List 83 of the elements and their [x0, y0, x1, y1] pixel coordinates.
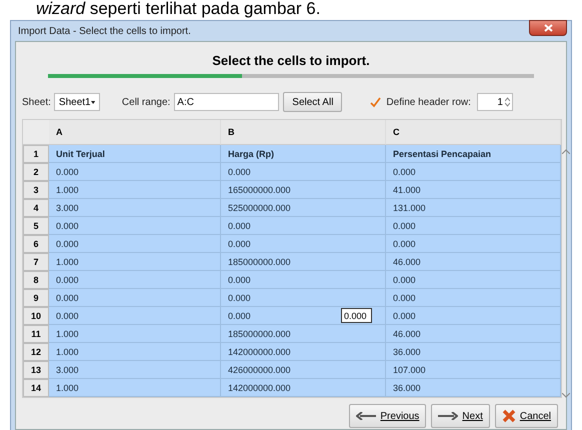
table-cell: 1.000 — [49, 181, 221, 199]
header-row-checkbox[interactable] — [370, 96, 382, 108]
window-title: Import Data - Select the cells to import. — [17, 26, 191, 36]
close-button[interactable] — [529, 20, 567, 36]
select-all-button[interactable]: Select All — [283, 92, 342, 112]
row-number: 1 — [23, 145, 49, 163]
cancel-button[interactable]: Cancel — [494, 404, 558, 428]
table-cell: 36.000 — [386, 343, 561, 361]
cell-editor-field[interactable]: 0.000 — [341, 308, 372, 323]
table-cell: 0.000 — [386, 271, 561, 289]
table-cell: 0.000 — [386, 289, 561, 307]
table-cell: 0.000 — [221, 289, 386, 307]
next-button[interactable]: Next — [431, 404, 490, 428]
sheet-dropdown[interactable]: Sheet1 — [54, 93, 100, 111]
table-cell: 185000000.000 — [221, 253, 386, 271]
table-cell: 0.000 — [386, 307, 561, 325]
row-number: 2 — [23, 163, 49, 181]
column-header: C — [386, 120, 561, 145]
table-cell: 142000000.000 — [221, 343, 386, 361]
table-cell: 525000000.000 — [221, 199, 386, 217]
row-number: 12 — [23, 343, 49, 361]
right-arrow-icon — [438, 412, 458, 420]
table-cell: 36.000 — [386, 379, 561, 397]
table-cell: 0.000 — [221, 217, 386, 235]
table-cell: 46.000 — [386, 325, 561, 343]
scroll-up-icon[interactable] — [562, 149, 570, 154]
table-cell: 165000000.000 — [221, 181, 386, 199]
table-cell: 0.000 — [49, 307, 221, 325]
table-cell: 0.000 — [386, 217, 561, 235]
table-cell: Harga (Rp) — [221, 145, 386, 163]
spinner-arrows-icon[interactable] — [504, 97, 510, 107]
table-cell: 1.000 — [49, 325, 221, 343]
document-text: wizard seperti terlihat pada gambar 6. — [35, 0, 322, 20]
cross-icon — [502, 409, 516, 423]
row-number: 8 — [23, 271, 49, 289]
row-number: 13 — [23, 361, 49, 379]
table-cell: 46.000 — [386, 253, 561, 271]
row-number: 6 — [23, 235, 49, 253]
table-cell: Persentasi Pencapaian — [386, 145, 561, 163]
scroll-down-icon[interactable] — [562, 393, 570, 398]
table-cell: 0.000 — [386, 163, 561, 181]
close-icon — [544, 24, 552, 32]
table-cell: 1.000 — [49, 253, 221, 271]
table-cell: 131.000 — [386, 199, 561, 217]
left-arrow-icon — [356, 412, 376, 420]
row-number: 9 — [23, 289, 49, 307]
table-cell: 0.000 — [49, 235, 221, 253]
row-number: 14 — [23, 379, 49, 397]
row-number: 3 — [23, 181, 49, 199]
column-header: B — [221, 120, 386, 145]
row-number: 4 — [23, 199, 49, 217]
table-cell: 3.000 — [49, 199, 221, 217]
cell-range-label: Cell range: — [122, 96, 170, 108]
table-cell: 0.000 — [221, 163, 386, 181]
sheet-label: Sheet: — [22, 96, 51, 108]
table-cell: 0.000 — [49, 163, 221, 181]
table-cell: 0.000 — [49, 289, 221, 307]
table-cell: 426000000.000 — [221, 361, 386, 379]
table-cell: 0.000 — [221, 235, 386, 253]
caret-icon — [90, 100, 95, 104]
table-cell: 185000000.000 — [221, 325, 386, 343]
step-heading: Select the cells to import. — [211, 53, 371, 69]
row-number: 7 — [23, 253, 49, 271]
previous-button[interactable]: Previous — [349, 404, 426, 428]
row-number: 10 — [23, 307, 49, 325]
table-cell: 107.000 — [386, 361, 561, 379]
row-number: 11 — [23, 325, 49, 343]
table-cell: Unit Terjual — [49, 145, 221, 163]
column-header: A — [49, 120, 221, 145]
table-cell: 142000000.000 — [221, 379, 386, 397]
table-cell: 0.000 0.000 — [221, 307, 386, 325]
table-cell: 0.000 — [386, 235, 561, 253]
header-row-label: Define header row: — [386, 96, 471, 108]
table-cell: 1.000 — [49, 379, 221, 397]
table-cell: 0.000 — [221, 271, 386, 289]
row-number: 5 — [23, 217, 49, 235]
table-cell: 0.000 — [49, 271, 221, 289]
header-row-spinner[interactable]: 1 — [476, 93, 513, 111]
cell-range-field[interactable]: A:C — [174, 93, 280, 111]
table-cell: 3.000 — [49, 361, 221, 379]
table-cell: 1.000 — [49, 343, 221, 361]
table-cell: 41.000 — [386, 181, 561, 199]
table-cell: 0.000 — [49, 217, 221, 235]
